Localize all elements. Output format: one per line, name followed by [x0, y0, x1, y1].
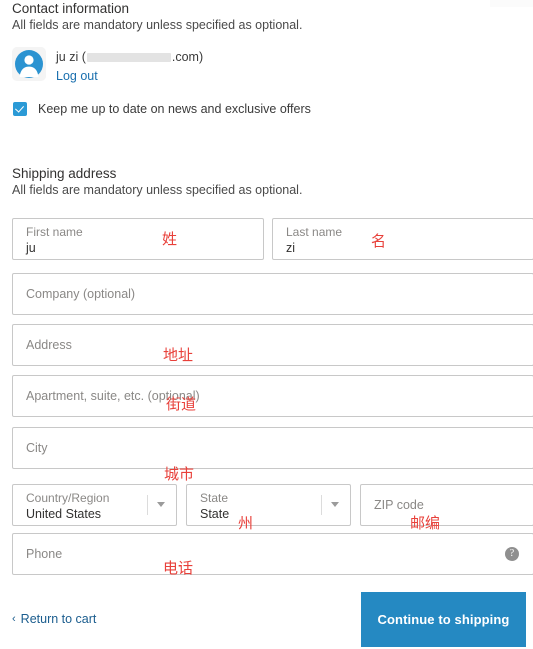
account-row: ju zi ( .com) Log out — [0, 47, 533, 85]
zip-code-field[interactable]: ZIP code — [360, 484, 533, 526]
apartment-label: Apartment, suite, etc. (optional) — [26, 388, 200, 403]
country-region-value: United States — [26, 507, 102, 521]
return-to-cart-label: Return to cart — [20, 612, 97, 626]
city-label: City — [26, 440, 48, 455]
first-name-value: ju — [26, 241, 36, 255]
company-field[interactable]: Company (optional) — [12, 273, 533, 315]
last-name-field[interactable]: Last name zi — [272, 218, 533, 260]
last-name-label: Last name — [286, 225, 343, 239]
chevron-down-icon[interactable] — [331, 502, 339, 507]
chevron-left-icon: ‹ — [12, 613, 16, 625]
address-field[interactable]: Address — [12, 324, 533, 366]
redacted-email-block — [86, 53, 171, 62]
phone-field[interactable]: Phone ? — [12, 533, 533, 575]
shipping-address-title: Shipping address — [12, 166, 117, 181]
state-caret-divider — [321, 495, 322, 515]
shipping-address-section: Shipping address All fields are mandator… — [0, 166, 533, 198]
newsletter-checkbox-row[interactable]: Keep me up to date on news and exclusive… — [0, 102, 533, 116]
city-field[interactable]: City — [12, 427, 533, 469]
contact-information-section: Contact information All fields are manda… — [0, 1, 533, 116]
chevron-down-icon[interactable] — [157, 502, 165, 507]
zip-code-label: ZIP code — [374, 497, 424, 512]
state-select[interactable]: State State — [186, 484, 351, 526]
contact-information-subtitle: All fields are mandatory unless specifie… — [12, 18, 303, 32]
state-label: State — [200, 491, 229, 505]
checkout-page: Contact information All fields are manda… — [0, 0, 533, 649]
country-region-select[interactable]: Country/Region United States — [12, 484, 177, 526]
country-region-label: Country/Region — [26, 491, 110, 505]
account-email-suffix: .com) — [171, 50, 204, 64]
newsletter-checkbox-label: Keep me up to date on news and exclusive… — [38, 102, 311, 116]
country-caret-divider — [147, 495, 148, 515]
state-value: State — [200, 507, 230, 521]
account-email-line: ju zi ( .com) — [56, 49, 203, 66]
contact-information-title: Contact information — [12, 1, 130, 16]
last-name-value: zi — [286, 241, 296, 255]
shipping-address-subtitle: All fields are mandatory unless specifie… — [12, 183, 303, 197]
continue-to-shipping-button[interactable]: Continue to shipping — [361, 592, 526, 647]
phone-label: Phone — [26, 546, 63, 561]
account-name-text: ju zi ( — [56, 50, 86, 64]
help-question-icon[interactable]: ? — [505, 547, 519, 561]
return-to-cart-link[interactable]: ‹ Return to cart — [12, 612, 96, 626]
first-name-label: First name — [26, 225, 83, 239]
account-details: ju zi ( .com) Log out — [56, 47, 203, 85]
first-name-field[interactable]: First name ju — [12, 218, 264, 260]
newsletter-checkbox[interactable] — [13, 102, 27, 116]
user-avatar-icon — [12, 47, 46, 81]
log-out-link[interactable]: Log out — [56, 67, 98, 85]
address-label: Address — [26, 337, 72, 352]
company-label: Company (optional) — [26, 286, 136, 301]
apartment-field[interactable]: Apartment, suite, etc. (optional) — [12, 375, 533, 417]
